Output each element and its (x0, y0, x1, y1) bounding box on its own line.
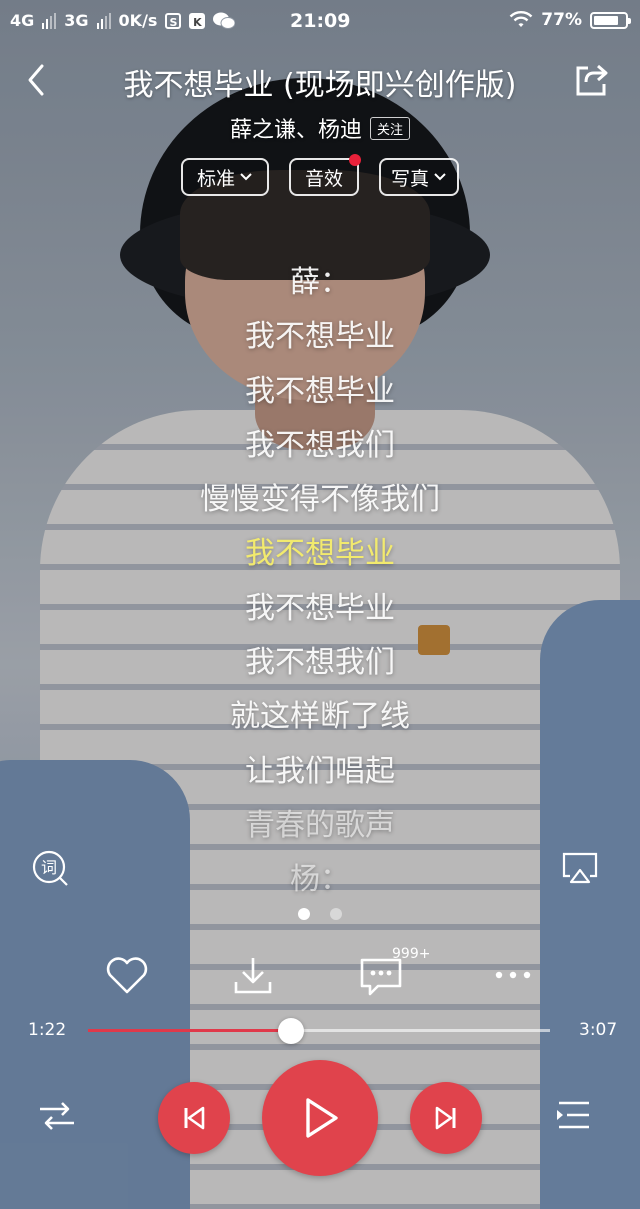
photo-button[interactable]: 写真 (379, 158, 459, 196)
lyrics-icon: 词 (32, 850, 68, 886)
progress-bar[interactable]: 1:22 3:07 (0, 1018, 640, 1044)
elapsed-time: 1:22 (28, 1020, 67, 1040)
comment-count-badge: 999+ (392, 946, 431, 962)
progress-fill (88, 1029, 292, 1032)
status-right: 77% (509, 10, 631, 30)
play-icon (306, 1098, 338, 1138)
quality-button[interactable]: 标准 (181, 158, 269, 196)
notification-dot (349, 154, 361, 166)
page-indicator (0, 908, 640, 920)
option-buttons: 标准 音效 写真 (0, 154, 640, 196)
photo-label: 写真 (391, 167, 430, 190)
battery-fill (594, 15, 618, 25)
previous-icon (184, 1106, 205, 1130)
progress-track[interactable] (88, 1018, 550, 1044)
action-row (0, 948, 640, 1004)
sound-effect-button[interactable]: 音效 (289, 154, 361, 196)
lyric-line: 我不想我们 (245, 645, 395, 681)
lyric-line: 我不想毕业 (245, 373, 395, 409)
lyric-line: 薛： (290, 265, 350, 300)
lyric-line: 慢慢变得不像我们 (200, 482, 440, 518)
total-time: 3:07 (579, 1020, 618, 1040)
next-icon (435, 1106, 456, 1130)
quality-label: 标准 (196, 167, 235, 190)
top-bar: 我不想毕业 (现场即兴创作版) (0, 58, 640, 104)
network2-label: 3G (64, 11, 89, 30)
download-icon[interactable] (228, 950, 278, 1000)
signal-icon (96, 12, 111, 29)
lyric-line: 就这样断了线 (230, 699, 410, 735)
airplay-icon (562, 852, 598, 884)
lyrics-toggle-button[interactable]: 词 (30, 848, 70, 888)
lyric-line: 我不想毕业 (245, 590, 395, 626)
airplay-button[interactable] (560, 848, 600, 888)
play-button[interactable] (262, 1060, 378, 1176)
signal-icon (42, 12, 57, 29)
sound-effect-label: 音效 (304, 167, 343, 190)
share-icon[interactable] (574, 62, 610, 98)
status-left: 4G 3G 0K/s S K (10, 11, 236, 30)
shuffle-icon[interactable] (36, 1095, 78, 1137)
artist-row: 薛之谦、杨迪 关注 (0, 112, 640, 144)
wechat-icon (213, 12, 236, 29)
playlist-icon[interactable] (553, 1095, 595, 1137)
lyric-line: 让我们唱起 (245, 753, 395, 789)
wifi-icon (509, 11, 533, 27)
page-dot (330, 908, 342, 920)
back-icon[interactable] (22, 62, 54, 98)
lyrics-icon-label: 词 (41, 858, 57, 877)
battery-percent: 77% (541, 10, 582, 30)
battery-icon (590, 11, 631, 29)
lyric-line: 青春的歌声 (245, 807, 395, 843)
lyric-line: 我不想我们 (245, 427, 395, 463)
heart-icon[interactable] (102, 950, 152, 1000)
playback-controls (0, 1060, 640, 1180)
chevron-down-icon (240, 173, 252, 181)
next-button[interactable] (410, 1082, 482, 1154)
previous-button[interactable] (158, 1082, 230, 1154)
lyric-line: 我不想毕业 (245, 319, 395, 355)
chevron-down-icon (434, 173, 446, 181)
clock: 21:09 (290, 10, 351, 32)
s-icon: S (165, 12, 182, 29)
lyrics-panel[interactable]: 薛： 我不想毕业 我不想毕业 我不想我们 慢慢变得不像我们 我不想毕业 我不想毕… (0, 256, 640, 908)
follow-button[interactable]: 关注 (370, 116, 411, 140)
song-title: 我不想毕业 (现场即兴创作版) (123, 68, 517, 103)
speed-label: 0K/s (118, 11, 158, 30)
network1-label: 4G (10, 11, 35, 30)
lyric-line: 我不想毕业 (245, 536, 395, 572)
status-bar: 4G 3G 0K/s S K 21:09 77% (0, 0, 640, 44)
artist-name[interactable]: 薛之谦、杨迪 (230, 112, 362, 144)
more-icon[interactable] (488, 950, 538, 1000)
lyric-line: 杨： (290, 862, 350, 898)
page-dot-active (298, 908, 310, 920)
k-icon: K (189, 12, 206, 29)
progress-knob[interactable] (278, 1018, 305, 1044)
